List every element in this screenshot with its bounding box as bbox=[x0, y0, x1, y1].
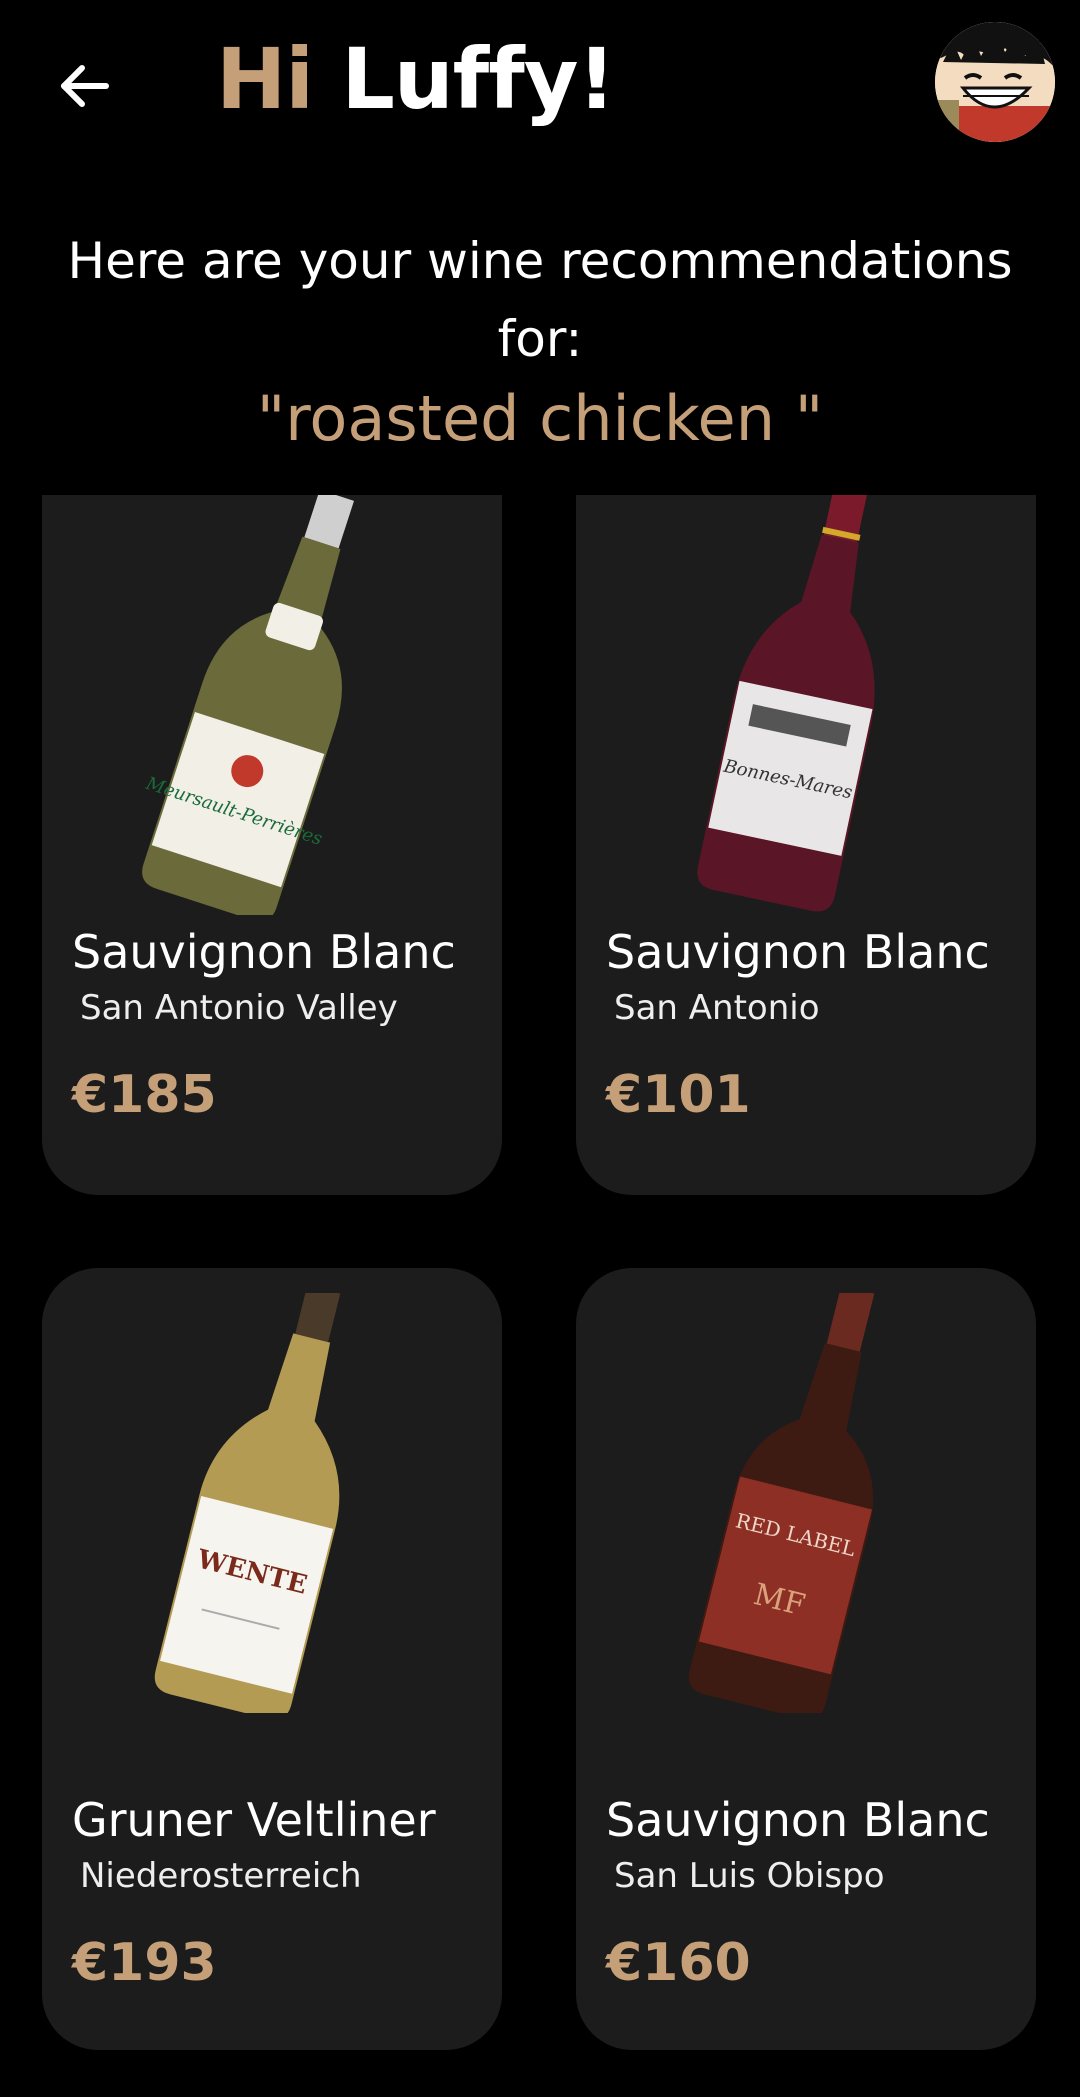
red-wine-bottle-image: Bonnes-Mares bbox=[697, 495, 875, 912]
wine-name: Gruner Veltliner bbox=[72, 1793, 436, 1847]
page-title: Hi Luffy! bbox=[216, 30, 616, 128]
wine-card[interactable]: WENTE Gruner Veltliner Niederosterreich … bbox=[42, 1268, 502, 2050]
white-wine-bottle-image: Meursault-Perrières bbox=[142, 495, 355, 915]
recommendation-intro: Here are your wine recommendations for: bbox=[0, 222, 1080, 378]
greeting-name: Luffy! bbox=[341, 30, 615, 128]
header: Hi Luffy! bbox=[0, 0, 1080, 175]
wine-name: Sauvignon Blanc bbox=[606, 1793, 990, 1847]
greeting-hi: Hi bbox=[216, 30, 314, 128]
wine-price: €101 bbox=[606, 1065, 751, 1125]
intro-line-2: for: bbox=[497, 310, 583, 368]
red-wine-bottle-image: RED LABEL MF bbox=[688, 1293, 875, 1713]
arrow-left-icon bbox=[61, 65, 109, 107]
wine-price: €193 bbox=[72, 1933, 217, 1993]
wine-name: Sauvignon Blanc bbox=[606, 925, 990, 979]
avatar-face-icon bbox=[935, 22, 1055, 142]
wine-card[interactable]: RED LABEL MF Sauvignon Blanc San Luis Ob… bbox=[576, 1268, 1036, 2050]
wine-name: Sauvignon Blanc bbox=[72, 925, 456, 979]
intro-line-1: Here are your wine recommendations bbox=[67, 232, 1013, 290]
avatar[interactable] bbox=[935, 22, 1055, 142]
wine-region: San Antonio Valley bbox=[80, 988, 398, 1028]
wine-card[interactable]: Bonnes-Mares Sauvignon Blanc San Antonio… bbox=[576, 495, 1036, 1195]
wine-card[interactable]: Meursault-Perrières Sauvignon Blanc San … bbox=[42, 495, 502, 1195]
wine-price: €160 bbox=[606, 1933, 751, 1993]
back-button[interactable] bbox=[48, 50, 120, 122]
white-wine-bottle-image: WENTE bbox=[154, 1293, 341, 1713]
wine-grid: Meursault-Perrières Sauvignon Blanc San … bbox=[0, 495, 1080, 2097]
wine-region: San Antonio bbox=[614, 988, 820, 1028]
wine-region: Niederosterreich bbox=[80, 1856, 362, 1896]
wine-price: €185 bbox=[72, 1065, 217, 1125]
wine-region: San Luis Obispo bbox=[614, 1856, 885, 1896]
search-query: "roasted chicken " bbox=[256, 382, 824, 455]
